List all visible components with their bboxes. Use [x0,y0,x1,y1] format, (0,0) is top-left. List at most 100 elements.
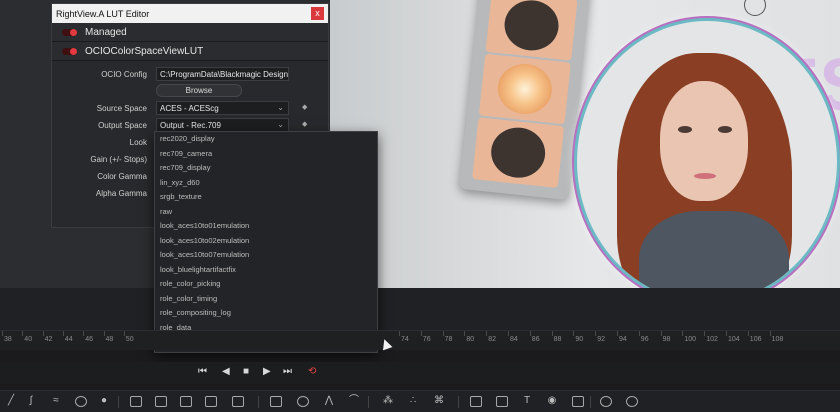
select-value: ACES - ACEScg [160,104,219,113]
tool-tracker-icon[interactable]: ⌘ [433,395,445,406]
traffic-light-image [459,0,591,201]
ruler-tick [464,331,466,336]
toolbar-separator [258,396,259,408]
tool-layers-icon[interactable] [155,396,167,407]
tool-palette: ╱ ∫ ≈ ● ⋀ ⌒ ⁂ ∴ ⌘ T ◉ [0,390,840,412]
tool-light-icon[interactable] [572,396,584,407]
tool-render-icon[interactable] [600,396,612,407]
ruler-tick [420,331,422,336]
field-label: Alpha Gamma [95,189,147,198]
group-managed[interactable]: Managed [52,23,328,42]
group-label: OCIOColorSpaceViewLUT [85,45,204,57]
dropdown-option[interactable]: rec709_camera [155,147,377,162]
ruler-label: 84 [510,336,518,343]
ruler-label: 104 [728,336,740,343]
output-space-dropdown-list[interactable]: rec2020_display rec709_camera rec709_displ… [154,131,378,353]
ruler-label: 38 [4,336,12,343]
dropdown-option[interactable]: look_aces10to02emulation [155,234,377,249]
dropdown-option[interactable]: look_aces10to01emulation [155,219,377,234]
viewer-bottom-strip [0,288,840,330]
ruler-tick [638,331,640,336]
ruler-tick [83,331,85,336]
tool-stroke-icon[interactable]: ≈ [50,395,62,406]
ruler-tick [508,331,509,336]
ruler-tick [573,331,575,336]
ruler-tick [103,331,105,336]
field-label: Output Space [98,121,147,130]
tool-drop-icon[interactable]: ● [98,395,110,406]
ruler-tick [22,331,24,336]
tool-merge-icon[interactable] [180,396,192,407]
window-titlebar[interactable]: RightView.A LUT Editor x [52,4,328,23]
field-label: Gain (+/- Stops) [90,155,147,164]
tool-sun-icon[interactable] [75,396,87,407]
close-button[interactable]: x [311,7,324,20]
ruler-tick [123,331,125,336]
toggle-icon[interactable] [62,28,77,36]
group-ocio[interactable]: OCIOColorSpaceViewLUT [52,42,328,61]
output-space-select[interactable]: Output - Rec.709 ⌄ [156,118,289,132]
tool-3d-shape-icon[interactable] [470,396,482,407]
row-source-space: Source Space ACES - ACEScg ⌄ ◆ [52,101,330,117]
ruler-label: 108 [771,336,784,343]
ruler-label: 86 [531,336,540,343]
tool-bspline-icon[interactable]: ⌒ [348,395,360,406]
tool-grid-icon[interactable] [232,396,244,407]
dropdown-option[interactable]: role_compositing_log [155,306,377,321]
tool-crop-icon[interactable] [270,396,282,407]
toggle-icon[interactable] [62,47,77,55]
browse-button[interactable]: Browse [156,84,242,97]
chevron-down-icon: ⌄ [277,103,284,112]
loop-icon[interactable]: ⟲ [308,366,316,377]
row-browse: Browse [52,84,330,100]
tool-text3d-icon[interactable]: T [521,395,533,406]
tool-ellipse-icon[interactable] [297,396,309,407]
ruler-label: 40 [24,336,33,343]
field-label: OCIO Config [101,70,147,79]
dropdown-option[interactable]: raw [155,205,377,220]
ruler-label: 78 [444,336,453,343]
ruler-tick [595,331,597,336]
toolbar-separator [118,396,119,408]
tool-merge3d-icon[interactable] [626,396,638,407]
tool-camera3d-icon[interactable]: ◉ [546,395,558,406]
go-to-first-frame-button[interactable]: ⏮ [198,366,207,377]
ruler-label: 102 [706,336,718,343]
go-to-last-frame-button[interactable]: ⏭ [283,366,292,377]
traffic-light-cell [472,117,565,188]
ruler-tick [442,331,444,336]
ruler-tick [551,331,553,336]
stop-button[interactable]: ■ [243,366,249,377]
ocio-config-input[interactable]: C:\ProgramData\Blackmagic Design [156,67,289,81]
timeline-ruler[interactable]: 38 40 42 44 46 48 50 74 76 78 80 82 84 86 88 90 92 94 96 98… [0,330,840,350]
dropdown-option[interactable]: rec2020_display [155,132,377,147]
dropdown-option[interactable]: srgb_texture [155,190,377,205]
dropdown-option[interactable]: look_aces10to07emulation [155,248,377,263]
dropdown-option[interactable]: role_color_timing [155,292,377,307]
tool-cube-icon[interactable] [496,396,508,407]
dropdown-option[interactable]: lin_xyz_d60 [155,176,377,191]
transport-controls: ⏮ ◀ ■ ▶ ⏭ ⟲ [0,362,840,384]
ruler-tick [747,331,749,336]
play-button[interactable]: ▶ [263,366,271,377]
tool-polyline-icon[interactable]: ⋀ [323,395,335,406]
decorative-squiggle [744,0,766,16]
source-space-select[interactable]: ACES - ACEScg ⌄ [156,101,289,115]
keyframe-diamond-icon[interactable]: ◆ [302,120,307,128]
play-reverse-button[interactable]: ◀ [222,366,230,377]
tool-pen-icon[interactable]: ╱ [5,395,17,406]
ruler-label: 90 [575,336,584,343]
dropdown-option[interactable]: look_bluelightartifactfix [155,263,377,278]
dropdown-option[interactable]: role_color_picking [155,277,377,292]
ruler-tick [62,331,64,336]
tool-brush-icon[interactable]: ∫ [25,395,37,406]
ruler-tick [726,331,727,336]
ruler-label: 48 [105,336,114,343]
tool-rect-icon[interactable] [130,396,142,407]
tool-mask-icon[interactable] [205,396,217,407]
keyframe-diamond-icon[interactable]: ◆ [302,103,307,111]
tool-particles-icon[interactable]: ∴ [407,395,419,406]
ruler-label: 92 [597,336,605,343]
dropdown-option[interactable]: rec709_display [155,161,377,176]
tool-paint-icon[interactable]: ⁂ [382,395,394,406]
